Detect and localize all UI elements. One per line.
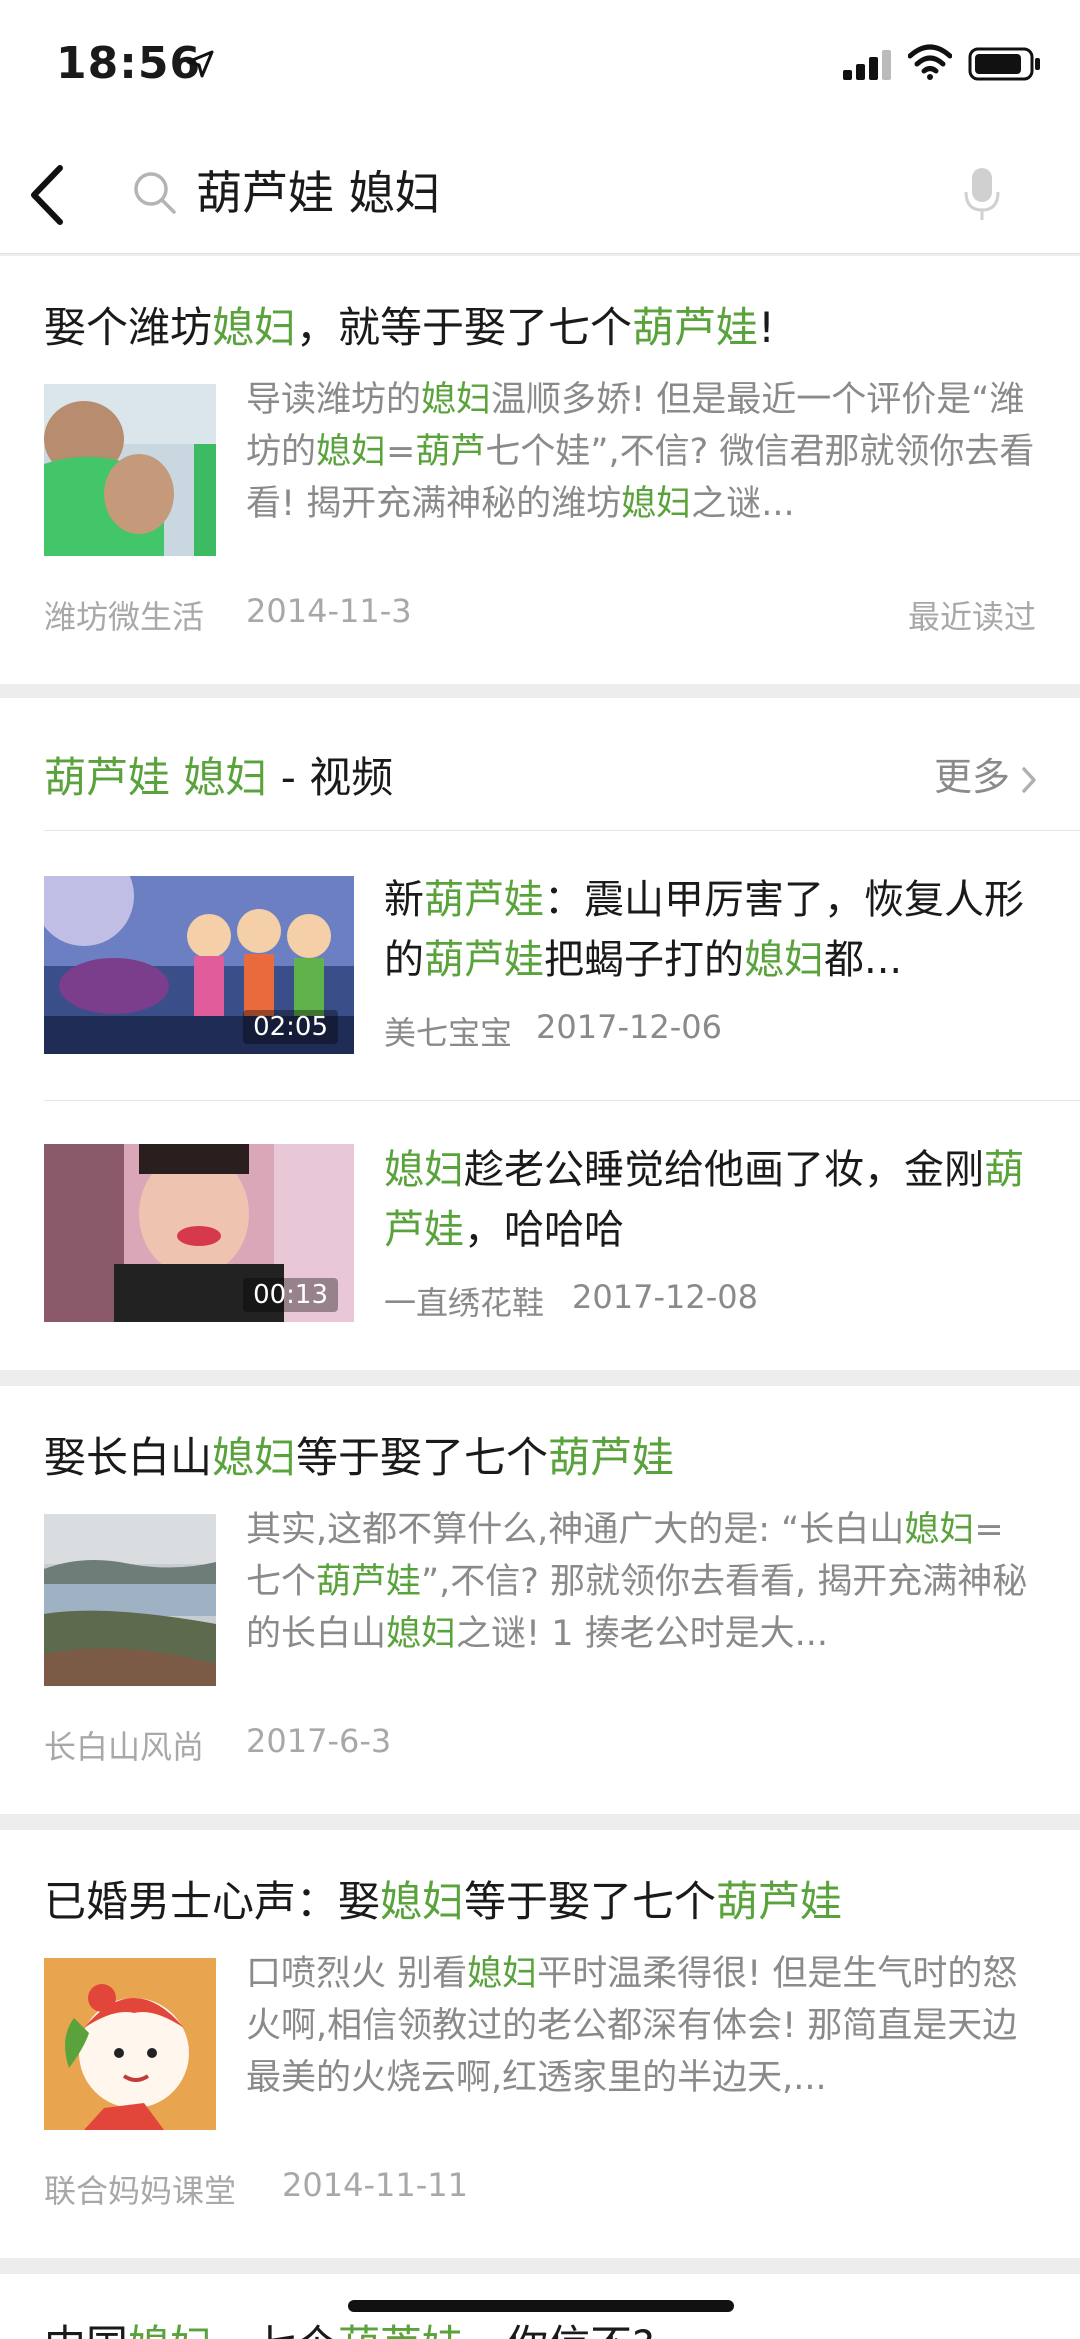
highlighted-keyword: 媳妇: [621, 484, 692, 524]
text-segment: ，哈哈哈: [464, 1207, 624, 1253]
article-title[interactable]: 中国媳妇、七个葫芦娃，你信不?: [44, 2316, 654, 2339]
highlighted-keyword: 葫芦娃: [316, 1562, 422, 1602]
article-result-card[interactable]: 娶个潍坊媳妇，就等于娶了七个葫芦娃! 导读潍坊的媳妇温顺多娇! 但是最近一个评价…: [0, 256, 1080, 684]
article-title[interactable]: 已婚男士心声：娶媳妇等于娶了七个葫芦娃: [44, 1872, 842, 1932]
highlighted-keyword: 媳妇: [421, 380, 492, 420]
highlighted-keyword: 媳妇: [384, 1147, 464, 1193]
video-author: 美七宝宝: [384, 1014, 513, 1052]
video-title[interactable]: 新葫芦娃：震山甲厉害了，恢复人形的葫芦娃把蝎子打的媳妇都...: [384, 870, 1044, 990]
text-segment: !: [758, 303, 775, 352]
video-date: 2017-12-06: [536, 1008, 722, 1046]
highlighted-keyword: 葫芦娃: [548, 1433, 675, 1482]
highlighted-keyword: 葫芦娃: [632, 303, 759, 352]
article-title[interactable]: 娶个潍坊媳妇，就等于娶了七个葫芦娃!: [44, 298, 775, 358]
article-source[interactable]: 长白山风尚: [44, 1722, 204, 1768]
text-segment: =: [386, 432, 416, 472]
highlighted-keyword: 葫芦娃 媳妇: [44, 753, 268, 802]
highlighted-keyword: 媳妇: [904, 1510, 975, 1550]
highlighted-keyword: 媳妇: [212, 303, 297, 352]
highlighted-keyword: 媳妇: [316, 432, 387, 472]
article-source[interactable]: 潍坊微生活: [44, 592, 204, 638]
text-segment: - 视频: [267, 753, 394, 802]
article-thumbnail: [44, 1514, 216, 1686]
highlighted-keyword: 葫芦: [415, 432, 486, 472]
text-segment: 导读潍坊的: [246, 380, 422, 420]
article-source[interactable]: 联合妈妈课堂: [44, 2166, 236, 2212]
text-segment: ，你信不?: [464, 2321, 654, 2339]
article-title[interactable]: 娶长白山媳妇等于娶了七个葫芦娃: [44, 1428, 674, 1488]
highlighted-keyword: 葫芦娃: [338, 2321, 464, 2339]
location-arrow-icon: [186, 50, 214, 78]
article-date: 2014-11-11: [282, 2166, 468, 2204]
video-section-title: 葫芦娃 媳妇 - 视频: [44, 744, 393, 805]
status-bar: 18:56: [0, 0, 1080, 130]
text-segment: 把蝎子打的: [544, 937, 744, 983]
article-date: 2014-11-3: [246, 592, 412, 630]
video-date: 2017-12-08: [572, 1278, 758, 1316]
text-segment: 都...: [824, 937, 903, 983]
microphone-icon[interactable]: [962, 166, 1002, 222]
highlighted-keyword: 葫芦娃: [424, 877, 544, 923]
chevron-right-icon: [1022, 766, 1036, 793]
text-segment: 娶个潍坊: [44, 303, 213, 352]
text-segment: 、七个: [212, 2321, 338, 2339]
text-segment: 趁老公睡觉给他画了妆，金刚: [464, 1147, 984, 1193]
highlighted-keyword: 媳妇: [744, 937, 824, 983]
highlighted-keyword: 媳妇: [380, 1877, 465, 1926]
text-segment: 已婚男士心声：娶: [44, 1877, 381, 1926]
article-result-card[interactable]: 娶长白山媳妇等于娶了七个葫芦娃 其实,这都不算什么,神通广大的是: “长白山媳妇…: [0, 1386, 1080, 1814]
highlighted-keyword: 媳妇: [128, 2321, 212, 2339]
highlighted-keyword: 媳妇: [386, 1614, 457, 1654]
text-segment: 新: [384, 877, 424, 923]
article-snippet: 口喷烈火 别看媳妇平时温柔得很! 但是生气时的怒火啊,相信领教过的老公都深有体会…: [246, 1948, 1038, 2104]
text-segment: 口喷烈火 别看: [246, 1954, 468, 1994]
text-segment: 中国: [44, 2321, 128, 2339]
text-segment: 其实,这都不算什么,神通广大的是: “长白山: [246, 1510, 905, 1550]
search-input[interactable]: 葫芦娃 媳妇: [196, 158, 441, 228]
article-snippet: 导读潍坊的媳妇温顺多娇! 但是最近一个评价是“潍坊的媳妇=葫芦七个娃”,不信? …: [246, 374, 1038, 530]
article-result-card[interactable]: 已婚男士心声：娶媳妇等于娶了七个葫芦娃 口喷烈火 别看媳妇平时温柔得很! 但是生…: [0, 1830, 1080, 2258]
divider: [44, 1100, 1080, 1101]
more-label: 更多: [933, 755, 1010, 799]
battery-icon: [968, 47, 1040, 81]
video-thumbnail[interactable]: 02:05: [44, 876, 354, 1054]
article-thumbnail: [44, 1958, 216, 2130]
wifi-icon: [908, 44, 952, 80]
text-segment: 等于娶了七个: [464, 1877, 717, 1926]
highlighted-keyword: 媳妇: [212, 1433, 297, 1482]
text-segment: 娶长白山: [44, 1433, 213, 1482]
status-time: 18:56: [56, 38, 202, 89]
article-thumbnail: [44, 384, 216, 556]
article-date: 2017-6-3: [246, 1722, 392, 1760]
search-header: 葫芦娃 媳妇: [0, 130, 1080, 254]
video-thumbnail[interactable]: 00:13: [44, 1144, 354, 1322]
home-indicator[interactable]: [348, 2300, 734, 2312]
text-segment: 等于娶了七个: [296, 1433, 549, 1482]
divider: [44, 830, 1080, 831]
back-arrow-icon[interactable]: [22, 160, 72, 230]
highlighted-keyword: 葫芦娃: [716, 1877, 843, 1926]
highlighted-keyword: 葫芦娃: [424, 937, 544, 983]
article-snippet: 其实,这都不算什么,神通广大的是: “长白山媳妇=七个葫芦娃”,不信? 那就领你…: [246, 1504, 1038, 1660]
cellular-signal-icon: [843, 50, 891, 80]
video-duration: 02:05: [243, 1010, 338, 1044]
video-author: 一直绣花鞋: [384, 1284, 545, 1322]
recently-read-label: 最近读过: [907, 598, 1036, 636]
text-segment: 之谜...: [691, 484, 795, 524]
video-section: 葫芦娃 媳妇 - 视频 更多 02:05 新葫芦娃：震山甲厉害了，恢复人形的葫芦…: [0, 698, 1080, 1370]
search-icon: [134, 172, 176, 214]
text-segment: ，就等于娶了七个: [296, 303, 633, 352]
highlighted-keyword: 媳妇: [467, 1954, 538, 1994]
text-segment: 之谜! 1 揍老公时是大...: [456, 1614, 828, 1654]
more-videos-link[interactable]: 更多: [934, 746, 1040, 801]
video-duration: 00:13: [243, 1278, 338, 1312]
video-title[interactable]: 媳妇趁老公睡觉给他画了妆，金刚葫芦娃，哈哈哈: [384, 1140, 1044, 1260]
